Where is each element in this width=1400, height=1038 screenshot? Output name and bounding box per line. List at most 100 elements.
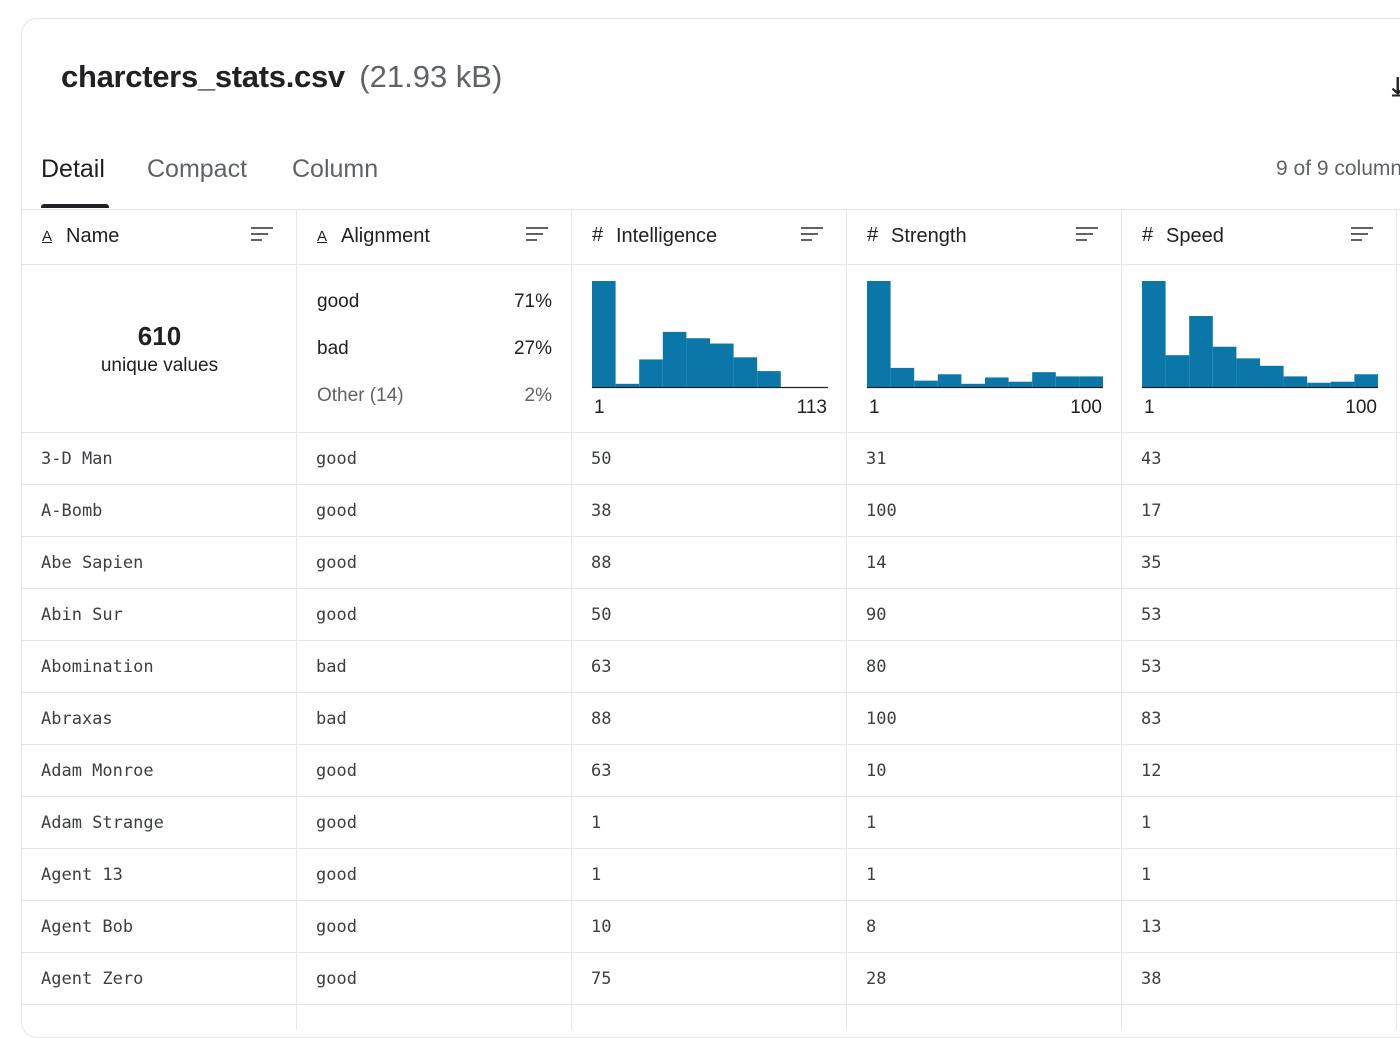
histogram-max: 100: [1070, 397, 1102, 418]
histogram-bar[interactable]: [1142, 281, 1166, 387]
table-cell: 53: [1141, 657, 1162, 677]
histogram-bar[interactable]: [1032, 372, 1056, 387]
column-header-name[interactable]: A Name: [22, 209, 297, 264]
table-row[interactable]: Adam Monroe good 63 10 12: [22, 745, 1400, 797]
download-icon[interactable]: ⤓: [1392, 71, 1400, 103]
histogram-bar[interactable]: [757, 371, 781, 387]
table-cell: good: [316, 761, 357, 781]
histogram-bar[interactable]: [1236, 358, 1260, 387]
sort-icon[interactable]: [801, 227, 823, 244]
table-cell: 53: [1141, 605, 1162, 625]
table-cell: 100: [866, 709, 897, 729]
histogram-bar[interactable]: [1283, 376, 1308, 387]
table-row[interactable]: Agent Zero good 75 28 38: [22, 953, 1400, 1005]
table-cell: 28: [866, 969, 887, 989]
table-cell: 13: [1141, 917, 1162, 937]
tab-compact[interactable]: Compact: [147, 155, 247, 184]
table-cell: good: [316, 605, 357, 625]
table-row[interactable]: Abe Sapien good 88 14 35: [22, 537, 1400, 589]
histogram-max: 113: [796, 397, 827, 418]
histogram-bar[interactable]: [890, 367, 915, 387]
table-row[interactable]: A-Bomb good 38 100 17: [22, 485, 1400, 537]
table-cell: 63: [591, 657, 612, 677]
numeric-type-icon: #: [1142, 224, 1154, 246]
file-size: (21.93 kB): [359, 59, 503, 94]
table-row[interactable]: Agent Bob good 10 8 13: [22, 901, 1400, 953]
table-cell: 8: [866, 917, 877, 937]
histogram-bar[interactable]: [639, 359, 663, 387]
unique-count: 610: [137, 321, 182, 351]
sort-icon[interactable]: [526, 227, 548, 244]
table-cell: bad: [316, 657, 347, 677]
histogram-bar[interactable]: [937, 374, 962, 387]
histogram-bar[interactable]: [1354, 374, 1378, 387]
column-header-strength[interactable]: # Strength: [847, 209, 1122, 264]
table-cell: 100: [866, 501, 897, 521]
column-count: 9 of 9 columns: [1276, 157, 1400, 180]
histogram-bar[interactable]: [1212, 346, 1237, 387]
histogram-bar[interactable]: [662, 331, 687, 387]
table-cell: 80: [866, 657, 887, 677]
sort-icon[interactable]: [1076, 227, 1098, 244]
table-cell: 75: [591, 969, 612, 989]
histogram-bar[interactable]: [1307, 382, 1331, 387]
table-row[interactable]: Abomination bad 63 80 53: [22, 641, 1400, 693]
column-header-label: Speed: [1166, 225, 1224, 247]
table-cell: 63: [591, 761, 612, 781]
histogram-bar[interactable]: [1165, 355, 1190, 387]
category-percent-other: 2%: [524, 385, 552, 406]
table-cell: 10: [866, 761, 887, 781]
table-row[interactable]: 3-D Man good 50 31 43: [22, 433, 1400, 485]
histogram-bar[interactable]: [710, 343, 734, 387]
sort-icon[interactable]: [1351, 227, 1373, 244]
table-row[interactable]: Agent 13 good 1 1 1: [22, 849, 1400, 901]
column-header-label: Strength: [891, 225, 967, 247]
histogram-bar[interactable]: [985, 377, 1009, 387]
summary-name: 610 unique values: [22, 265, 297, 433]
histogram-bar[interactable]: [914, 380, 938, 387]
histogram: [1142, 279, 1378, 389]
histogram-bar[interactable]: [1055, 376, 1080, 387]
histogram-bar[interactable]: [1079, 376, 1103, 387]
dataset-card: charcters_stats.csv (21.93 kB) ⤓ Detail …: [21, 18, 1400, 1038]
table-cell: 83: [1141, 709, 1162, 729]
column-header-intelligence[interactable]: # Intelligence: [572, 209, 847, 264]
histogram-min: 1: [594, 397, 605, 418]
table-cell: Abin Sur: [41, 605, 123, 625]
histogram-bar[interactable]: [733, 357, 758, 387]
table-cell: 1: [866, 865, 877, 885]
table-cell: Agent Bob: [41, 917, 134, 937]
table-row[interactable]: Abraxas bad 88 100 83: [22, 693, 1400, 745]
tab-column[interactable]: Column: [292, 155, 378, 184]
table-row[interactable]: Abin Sur good 50 90 53: [22, 589, 1400, 641]
tab-detail[interactable]: Detail: [41, 155, 105, 184]
table-cell: bad: [316, 709, 347, 729]
table-cell: 10: [591, 917, 612, 937]
histogram-bar[interactable]: [961, 383, 985, 387]
histogram-svg: [867, 281, 1103, 389]
histogram-bar[interactable]: [1189, 315, 1213, 387]
histogram-bar[interactable]: [615, 383, 640, 387]
sort-icon[interactable]: [251, 227, 273, 244]
column-header-label: Intelligence: [616, 225, 718, 247]
table-row[interactable]: Adam Strange good 1 1 1: [22, 797, 1400, 849]
histogram-bar[interactable]: [1008, 381, 1033, 387]
histogram-bar[interactable]: [867, 281, 891, 387]
histogram-bar[interactable]: [686, 338, 710, 387]
numeric-type-icon: #: [867, 224, 879, 246]
table-cell: 3-D Man: [41, 449, 113, 469]
histogram-bar[interactable]: [592, 281, 616, 387]
category-label: good: [317, 291, 360, 312]
column-header-alignment[interactable]: A Alignment: [297, 209, 572, 264]
file-name: charcters_stats.csv: [61, 59, 345, 94]
summary-alignment: good 71% bad 27% Other (14) 2%: [297, 265, 572, 433]
table-cell: good: [316, 813, 357, 833]
histogram-bar[interactable]: [1260, 365, 1284, 387]
table-cell: Abraxas: [41, 709, 113, 729]
column-header-speed[interactable]: # Speed: [1122, 209, 1397, 264]
histogram: [867, 279, 1103, 389]
table-cell: 35: [1141, 553, 1162, 573]
histogram-bar[interactable]: [1330, 381, 1355, 387]
table-cell: 1: [1141, 813, 1152, 833]
table-cell: Adam Monroe: [41, 761, 154, 781]
